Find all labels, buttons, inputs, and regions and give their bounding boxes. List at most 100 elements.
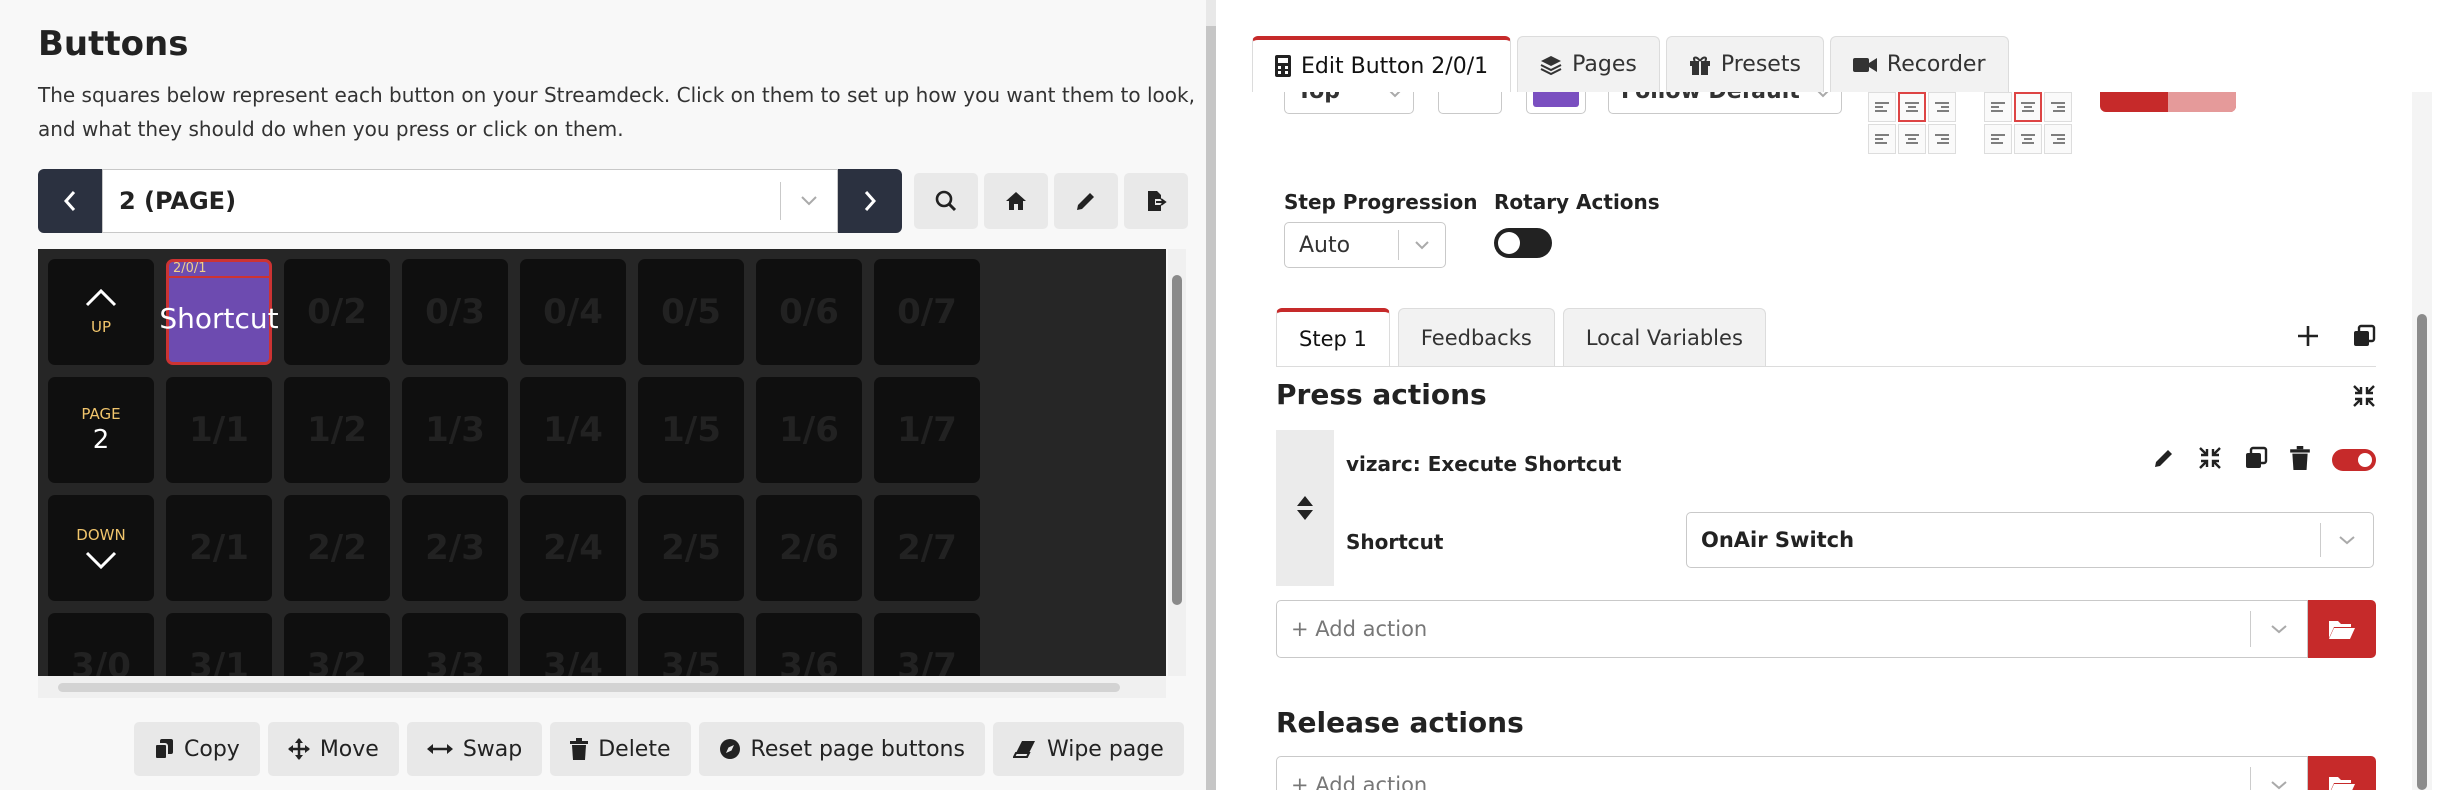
tab-local-variables[interactable]: Local Variables bbox=[1562, 308, 1766, 366]
align-left-icon[interactable] bbox=[1868, 124, 1896, 154]
align-right-icon[interactable] bbox=[1928, 92, 1956, 122]
add-step-button[interactable] bbox=[2296, 324, 2320, 352]
drag-handle[interactable] bbox=[1276, 430, 1334, 586]
tab-pages[interactable]: Pages bbox=[1517, 36, 1660, 92]
grid-button[interactable]: 3/7 bbox=[874, 613, 980, 676]
grid-button[interactable]: 1/4 bbox=[520, 377, 626, 483]
page-number-button[interactable]: PAGE 2 bbox=[48, 377, 154, 483]
button-location-tag: 2/0/1 bbox=[173, 261, 207, 276]
next-page-button[interactable] bbox=[838, 169, 902, 233]
grid-vertical-scrollbar[interactable] bbox=[1168, 249, 1186, 676]
grid-button[interactable]: 3/4 bbox=[520, 613, 626, 676]
browse-press-actions-button[interactable] bbox=[2308, 600, 2376, 658]
move-button[interactable]: Move bbox=[267, 722, 399, 776]
bg-color-picker[interactable] bbox=[1526, 92, 1586, 114]
scrollbar-thumb[interactable] bbox=[2417, 314, 2427, 790]
grid-button[interactable]: 1/3 bbox=[402, 377, 508, 483]
grid-button[interactable]: 2/2 bbox=[284, 495, 390, 601]
grid-button[interactable]: 1/2 bbox=[284, 377, 390, 483]
rotary-actions-toggle[interactable] bbox=[1494, 228, 1552, 258]
grid-button[interactable]: 0/2 bbox=[284, 259, 390, 365]
export-page-button[interactable] bbox=[1124, 173, 1188, 229]
grid-button[interactable]: 3/2 bbox=[284, 613, 390, 676]
trash-icon[interactable] bbox=[2290, 446, 2310, 474]
grid-button[interactable]: 3/0 bbox=[48, 613, 154, 676]
copy-button[interactable]: Copy bbox=[134, 722, 260, 776]
align-right-icon[interactable] bbox=[1928, 124, 1956, 154]
scrollbar-thumb[interactable] bbox=[1172, 275, 1182, 605]
align-right-icon[interactable] bbox=[2044, 92, 2072, 122]
copy-icon bbox=[2354, 324, 2376, 346]
grid-button[interactable]: 0/7 bbox=[874, 259, 980, 365]
grid-button[interactable]: 0/4 bbox=[520, 259, 626, 365]
grid-button[interactable]: 1/7 bbox=[874, 377, 980, 483]
align-right-icon[interactable] bbox=[2044, 124, 2072, 154]
home-button[interactable] bbox=[984, 173, 1048, 229]
edit-action-icon[interactable] bbox=[2152, 446, 2176, 474]
collapse-all-button[interactable] bbox=[2352, 384, 2376, 412]
tab-edit-button-label: Edit Button 2/0/1 bbox=[1301, 53, 1489, 79]
page-selector-bar: 2 (PAGE) bbox=[38, 169, 902, 233]
grid-button[interactable]: 3/3 bbox=[402, 613, 508, 676]
text-color-picker[interactable] bbox=[1438, 92, 1502, 114]
align-center-icon[interactable] bbox=[2014, 124, 2042, 154]
png-clear-button[interactable] bbox=[2168, 92, 2236, 112]
left-panel-scrollbar[interactable] bbox=[1206, 26, 1216, 790]
swap-button[interactable]: Swap bbox=[406, 722, 543, 776]
follow-default-select[interactable]: Follow Default bbox=[1608, 92, 1842, 114]
align-center-icon[interactable] bbox=[1898, 124, 1926, 154]
png-upload-button[interactable] bbox=[2100, 92, 2236, 112]
browse-release-actions-button[interactable] bbox=[2308, 756, 2376, 790]
grid-button[interactable]: 0/5 bbox=[638, 259, 744, 365]
search-button[interactable] bbox=[914, 173, 978, 229]
wipe-page-button[interactable]: Wipe page bbox=[992, 722, 1184, 776]
chevron-down-icon bbox=[2251, 780, 2307, 790]
page-up-button[interactable]: UP bbox=[48, 259, 154, 365]
grid-horizontal-scrollbar[interactable] bbox=[38, 676, 1166, 698]
scrollbar-thumb[interactable] bbox=[58, 683, 1120, 692]
calculator-icon bbox=[1275, 55, 1291, 77]
action-enabled-toggle[interactable] bbox=[2332, 449, 2376, 471]
tab-edit-button[interactable]: Edit Button 2/0/1 bbox=[1252, 36, 1512, 92]
prev-page-button[interactable] bbox=[38, 169, 102, 233]
align-left-icon[interactable] bbox=[1868, 92, 1896, 122]
grid-button[interactable]: 2/4 bbox=[520, 495, 626, 601]
tab-presets[interactable]: Presets bbox=[1665, 36, 1824, 92]
grid-button[interactable]: 3/6 bbox=[756, 613, 862, 676]
grid-button[interactable]: 3/1 bbox=[166, 613, 272, 676]
step-progression-select[interactable]: Auto bbox=[1284, 222, 1446, 268]
align-center-icon[interactable] bbox=[2014, 92, 2042, 122]
grid-button[interactable]: 2/5 bbox=[638, 495, 744, 601]
align-center-icon[interactable] bbox=[1898, 92, 1926, 122]
grid-button[interactable]: 1/6 bbox=[756, 377, 862, 483]
grid-button[interactable]: 0/3 bbox=[402, 259, 508, 365]
page-down-button[interactable]: DOWN bbox=[48, 495, 154, 601]
edit-page-button[interactable] bbox=[1054, 173, 1118, 229]
shortcut-select[interactable]: OnAir Switch bbox=[1686, 512, 2374, 568]
grid-button[interactable]: 3/5 bbox=[638, 613, 744, 676]
collapse-icon[interactable] bbox=[2198, 446, 2222, 474]
delete-button[interactable]: Delete bbox=[550, 722, 691, 776]
grid-button[interactable]: 2/6 bbox=[756, 495, 862, 601]
reset-page-buttons-button[interactable]: Reset page buttons bbox=[698, 722, 985, 776]
add-release-action-select[interactable]: + Add action bbox=[1276, 756, 2308, 790]
grid-button[interactable]: 2/3 bbox=[402, 495, 508, 601]
tab-step-1[interactable]: Step 1 bbox=[1276, 308, 1390, 366]
page-select[interactable]: 2 (PAGE) bbox=[102, 169, 838, 233]
tab-recorder[interactable]: Recorder bbox=[1829, 36, 2009, 92]
gift-icon bbox=[1689, 56, 1710, 75]
grid-button[interactable]: 2/7 bbox=[874, 495, 980, 601]
grid-button[interactable]: 1/5 bbox=[638, 377, 744, 483]
grid-button[interactable]: 2/1 bbox=[166, 495, 272, 601]
grid-button-2-0-1[interactable]: 2/0/1 Shortcut bbox=[159, 259, 279, 365]
tab-feedbacks[interactable]: Feedbacks bbox=[1397, 308, 1555, 366]
align-left-icon[interactable] bbox=[1984, 124, 2012, 154]
valign-select[interactable]: Top bbox=[1284, 92, 1414, 114]
add-press-action-select[interactable]: + Add action bbox=[1276, 600, 2308, 658]
duplicate-step-button[interactable] bbox=[2352, 324, 2376, 352]
grid-button[interactable]: 0/6 bbox=[756, 259, 862, 365]
duplicate-action-icon[interactable] bbox=[2244, 446, 2268, 474]
editor-scrollbar[interactable] bbox=[2412, 92, 2432, 790]
align-left-icon[interactable] bbox=[1984, 92, 2012, 122]
grid-button[interactable]: 1/1 bbox=[166, 377, 272, 483]
